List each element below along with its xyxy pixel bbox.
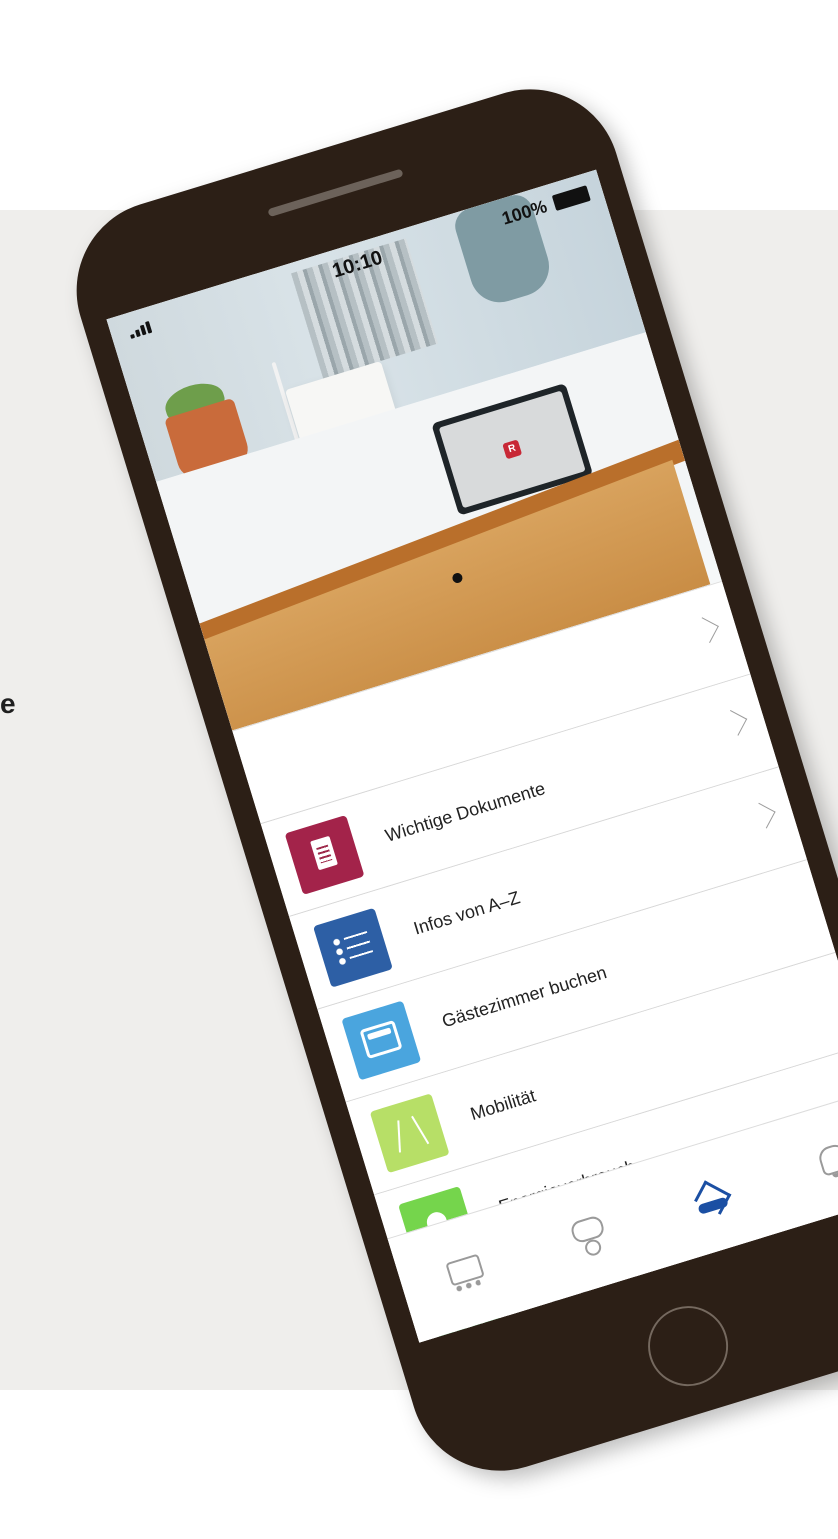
road-icon: [369, 1093, 450, 1174]
home-button[interactable]: [638, 1296, 739, 1397]
menu-item-label: Wichtige Dokumente: [382, 777, 548, 846]
battery-icon: [551, 185, 591, 212]
list-icon: [312, 907, 393, 988]
bed-icon: [341, 1000, 422, 1081]
home-icon[interactable]: [680, 1167, 740, 1227]
document-icon: [284, 814, 365, 895]
chevron-right-icon: [749, 802, 776, 829]
phone-mockup: 10:10 100% R Wichtige Dokumente Infos vo…: [0, 0, 838, 1539]
phone-speaker: [267, 168, 404, 218]
bell-icon[interactable]: [802, 1130, 838, 1190]
menu-item-label: Infos von A–Z: [411, 886, 523, 939]
chevron-right-icon: [721, 710, 748, 736]
menu-item-label: Mobilität: [467, 1084, 538, 1124]
menu-item-label: Gästezimmer buchen: [439, 961, 609, 1031]
brand-logo: R: [502, 439, 523, 460]
chat-icon[interactable]: [557, 1205, 617, 1265]
signal-icon: [128, 320, 154, 339]
phone-body: 10:10 100% R Wichtige Dokumente Infos vo…: [54, 66, 838, 1494]
phone-screen: 10:10 100% R Wichtige Dokumente Infos vo…: [106, 169, 838, 1343]
community-icon[interactable]: [435, 1242, 495, 1302]
battery-percent: 100%: [499, 196, 550, 229]
chevron-right-icon: [693, 617, 719, 643]
